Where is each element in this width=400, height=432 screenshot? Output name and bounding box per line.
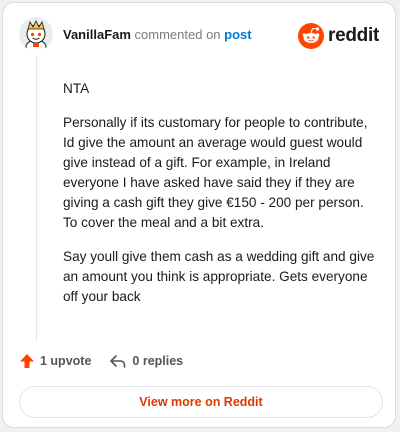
snoo-avatar-icon [19, 17, 53, 51]
upvote-count: 1 upvote [40, 354, 92, 368]
comment-body: NTA Personally if its customary for peop… [63, 79, 377, 321]
byline: VanillaFam commented on post [63, 27, 252, 43]
username-link[interactable]: VanillaFam [63, 27, 131, 42]
reddit-wordmark: reddit [328, 25, 379, 46]
comment-paragraph: Say youll give them cash as a wedding gi… [63, 249, 375, 304]
avatar[interactable] [19, 17, 53, 51]
reply-arrow-icon [110, 355, 126, 368]
reddit-snoo-icon [298, 23, 325, 49]
commented-on-text: commented on [134, 27, 221, 42]
post-link[interactable]: post [224, 27, 251, 42]
replies-count: 0 replies [132, 354, 184, 368]
view-more-button[interactable]: View more on Reddit [19, 386, 383, 418]
comment-embed-card: VanillaFam commented on post reddit NTA … [2, 2, 396, 428]
comment-actions: 1 upvote 0 replies [19, 351, 201, 371]
comment-paragraph: Personally if its customary for people t… [63, 115, 368, 230]
replies-button[interactable]: 0 replies [109, 353, 183, 369]
upvote-arrow-icon [20, 354, 34, 368]
upvote-button[interactable]: 1 upvote [19, 353, 91, 369]
reddit-logo[interactable]: reddit [298, 23, 379, 49]
thread-line [36, 55, 37, 341]
comment-header: VanillaFam commented on post reddit [19, 17, 379, 53]
comment-paragraph: NTA [63, 81, 90, 96]
